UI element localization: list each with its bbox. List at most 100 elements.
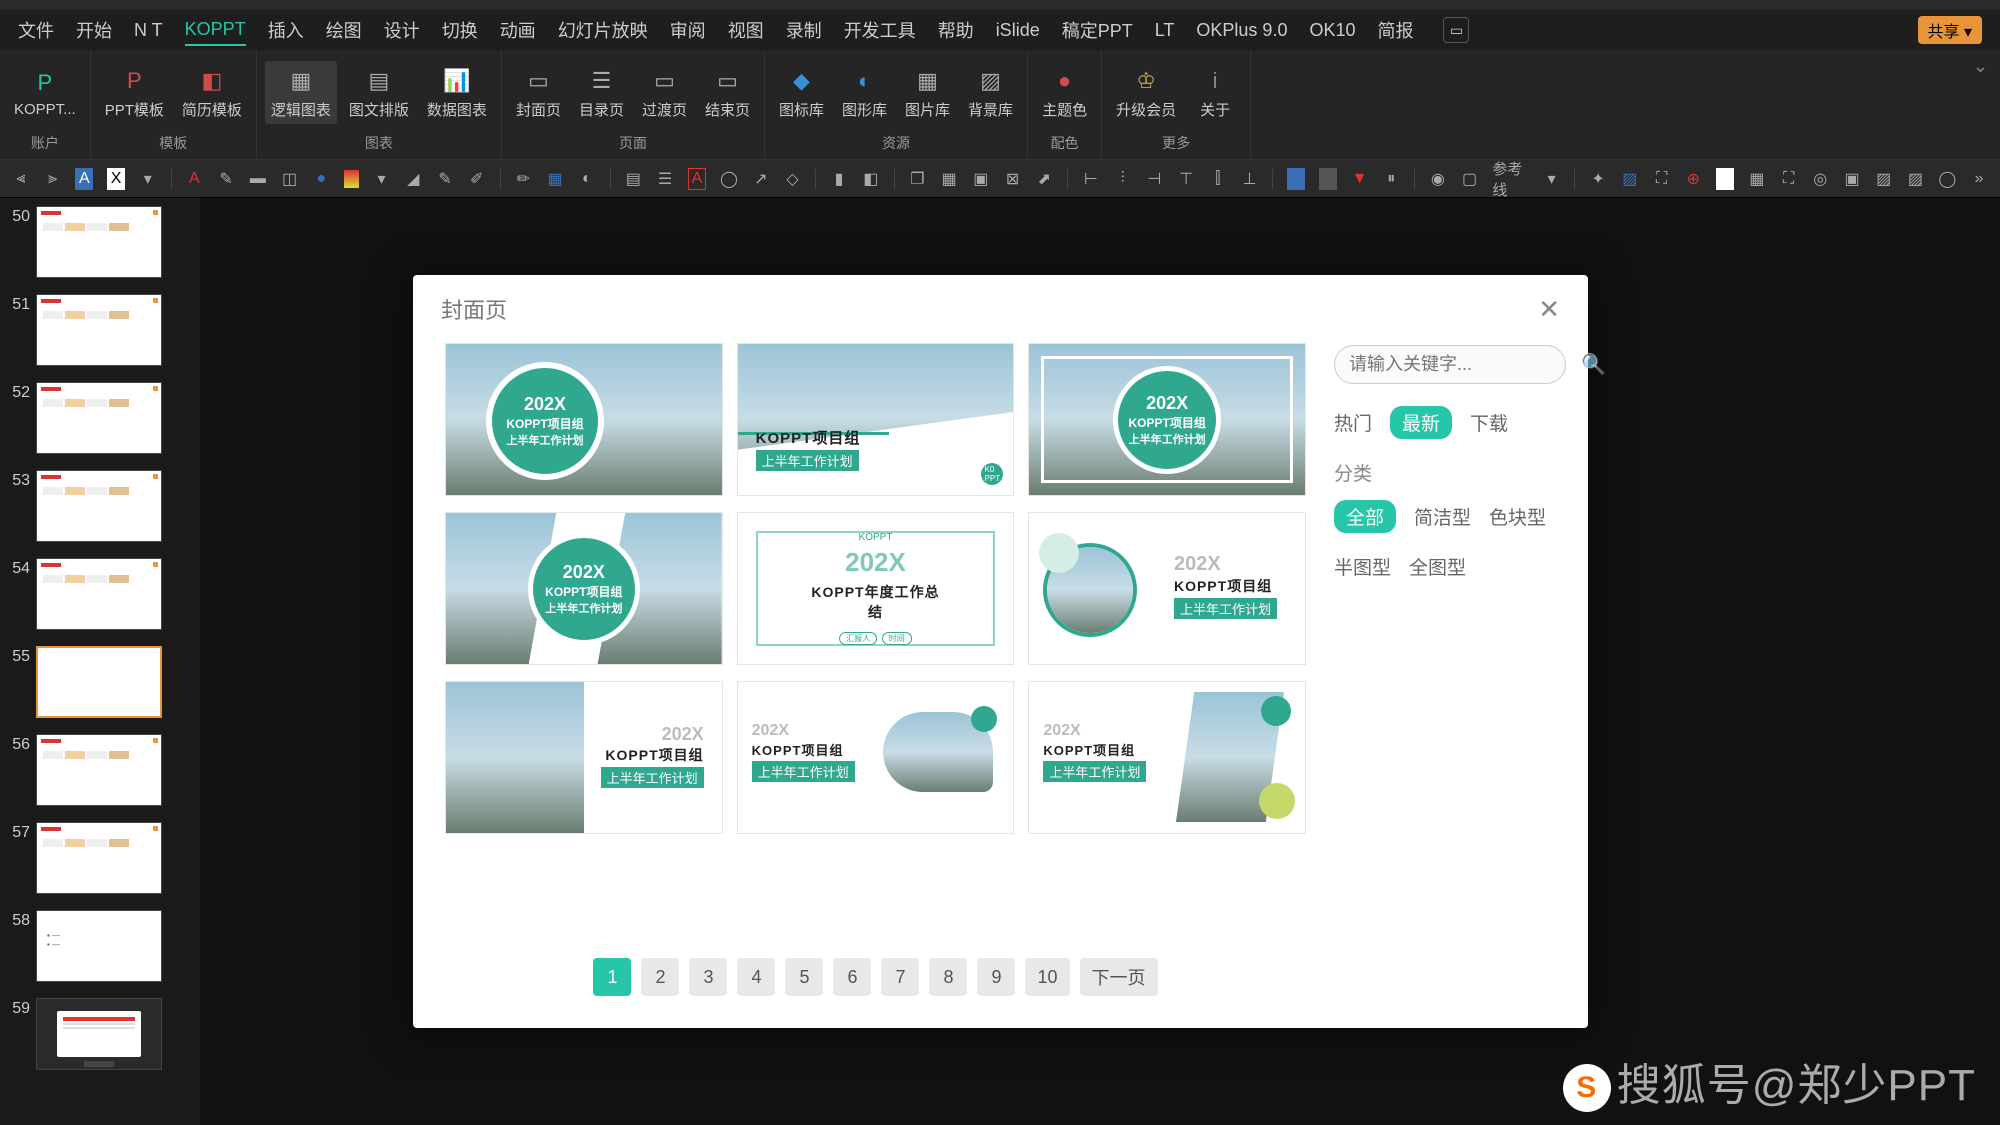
thumbnail-slide[interactable]: [36, 998, 162, 1070]
menu-record[interactable]: 录制: [786, 13, 822, 47]
page-3[interactable]: 3: [689, 958, 727, 996]
thumbnail-item[interactable]: 52: [10, 382, 190, 454]
arrow-icon[interactable]: ↗: [752, 168, 770, 190]
thumbnail-item[interactable]: 51: [10, 294, 190, 366]
thumbnail-item[interactable]: 57: [10, 822, 190, 894]
group-icon[interactable]: ◧: [862, 168, 880, 190]
menu-transition[interactable]: 切换: [442, 13, 478, 47]
crop-icon[interactable]: ◫: [281, 168, 299, 190]
help-icon[interactable]: ▭: [1443, 17, 1469, 43]
menu-ok10[interactable]: OK10: [1309, 16, 1355, 45]
refresh-icon[interactable]: ◯: [1938, 168, 1956, 190]
close-icon[interactable]: ✕: [1538, 294, 1560, 325]
menu-okplus[interactable]: OKPlus 9.0: [1196, 16, 1287, 45]
cat-simple[interactable]: 简洁型: [1414, 503, 1471, 530]
page-9[interactable]: 9: [977, 958, 1015, 996]
ribbon-结束页[interactable]: ▭结束页: [699, 61, 756, 124]
ribbon-PPT模板[interactable]: PPPT模板: [99, 61, 170, 124]
ribbon-主题色[interactable]: ●主题色: [1036, 61, 1093, 124]
align-center-icon[interactable]: ⫸: [44, 168, 62, 190]
ribbon-过渡页[interactable]: ▭过渡页: [636, 61, 693, 124]
img3-icon[interactable]: ▨: [1907, 168, 1925, 190]
template-card[interactable]: 202XKOPPT项目组上半年工作计划: [445, 681, 723, 834]
thumbnail-item[interactable]: 55: [10, 646, 190, 718]
menu-insert[interactable]: 插入: [268, 13, 304, 47]
menu-view[interactable]: 视图: [728, 13, 764, 47]
palette-icon[interactable]: [344, 170, 359, 188]
align-c-icon[interactable]: ⫶: [1114, 168, 1132, 190]
down-arrow-icon[interactable]: ▼: [1351, 168, 1369, 190]
thumbnail-slide[interactable]: ▪ —▪ —: [36, 910, 162, 982]
menu-gaoding[interactable]: 稿定PPT: [1062, 13, 1133, 47]
align-r-icon[interactable]: ⊣: [1145, 168, 1163, 190]
fill1-icon[interactable]: [1287, 168, 1305, 190]
ribbon-目录页[interactable]: ☰目录页: [573, 61, 630, 124]
record-icon[interactable]: ◉: [1429, 168, 1447, 190]
thumbnail-item[interactable]: 53: [10, 470, 190, 542]
page-8[interactable]: 8: [929, 958, 967, 996]
align-left-icon[interactable]: ⫷: [12, 168, 30, 190]
ribbon-图文排版[interactable]: ▤图文排版: [343, 61, 415, 124]
white-sq-icon[interactable]: [1716, 168, 1734, 190]
ribbon-升级会员[interactable]: ♔升级会员: [1110, 61, 1182, 124]
menu-home[interactable]: 开始: [76, 13, 112, 47]
text-box-icon[interactable]: A: [688, 168, 706, 190]
target-icon[interactable]: ◎: [1811, 168, 1829, 190]
menu-design[interactable]: 设计: [384, 13, 420, 47]
pause-icon[interactable]: ⏸: [1382, 168, 1400, 190]
pencil-icon[interactable]: ✏: [514, 168, 532, 190]
thumbnail-slide[interactable]: [36, 558, 162, 630]
thumbnail-slide[interactable]: [36, 206, 162, 278]
layer-icon[interactable]: ▮: [830, 168, 848, 190]
page-1[interactable]: 1: [593, 958, 631, 996]
template-card[interactable]: KOPPT202XKOPPT年度工作总结汇报人 时间: [737, 512, 1015, 665]
thumbnail-slide[interactable]: [36, 646, 162, 718]
format-icon[interactable]: X: [107, 168, 125, 190]
pic-icon[interactable]: ▨: [1621, 168, 1639, 190]
ribbon-图形库[interactable]: ◐图形库: [836, 61, 893, 124]
thumbnail-item[interactable]: 54: [10, 558, 190, 630]
align-b-icon[interactable]: ⊥: [1241, 168, 1259, 190]
menu-help[interactable]: 帮助: [938, 13, 974, 47]
cat-full[interactable]: 全图型: [1409, 553, 1466, 580]
grid-icon[interactable]: ▦: [1748, 168, 1766, 190]
cat-all[interactable]: 全部: [1334, 500, 1396, 533]
select-icon[interactable]: ⬈: [1035, 168, 1053, 190]
ribbon-关于[interactable]: i关于: [1188, 61, 1242, 124]
pen-icon[interactable]: ✎: [436, 168, 454, 190]
copy-icon[interactable]: ❐: [909, 168, 927, 190]
ribbon-图标库[interactable]: ◆图标库: [773, 61, 830, 124]
table-icon[interactable]: ▤: [624, 168, 642, 190]
overflow-icon[interactable]: »: [1970, 168, 1988, 190]
brush-icon[interactable]: ◢: [404, 168, 422, 190]
image-icon[interactable]: ▣: [972, 168, 990, 190]
img2-icon[interactable]: ▨: [1875, 168, 1893, 190]
thumbnail-item[interactable]: 59: [10, 998, 190, 1070]
wand-icon[interactable]: ✦: [1589, 168, 1607, 190]
page-4[interactable]: 4: [737, 958, 775, 996]
template-card[interactable]: 202XKOPPT项目组上半年工作计划: [1028, 343, 1306, 496]
expand-icon[interactable]: ⛶: [1653, 168, 1671, 190]
cat-half[interactable]: 半图型: [1334, 553, 1391, 580]
menu-animation[interactable]: 动画: [500, 13, 536, 47]
eyedropper-icon[interactable]: ✎: [217, 168, 235, 190]
ribbon-封面页[interactable]: ▭封面页: [510, 61, 567, 124]
sort-download[interactable]: 下载: [1470, 409, 1508, 436]
dropdown-icon[interactable]: ▾: [139, 168, 157, 190]
menu-brief[interactable]: 简报: [1377, 13, 1413, 47]
share-button[interactable]: 共享 ▾: [1918, 16, 1983, 44]
thumbnail-slide[interactable]: [36, 822, 162, 894]
template-card[interactable]: KOPPT项目组上半年工作计划K0PPT: [737, 343, 1015, 496]
ribbon-图片库[interactable]: ▦图片库: [899, 61, 956, 124]
menu-islide[interactable]: iSlide: [996, 16, 1040, 45]
template-card[interactable]: 202XKOPPT项目组上半年工作计划: [445, 512, 723, 665]
menu-draw[interactable]: 绘图: [326, 13, 362, 47]
thumbnail-slide[interactable]: [36, 470, 162, 542]
page-7[interactable]: 7: [881, 958, 919, 996]
polygon-icon[interactable]: ◇: [784, 168, 802, 190]
page-2[interactable]: 2: [641, 958, 679, 996]
thumbnail-item[interactable]: 58▪ —▪ —: [10, 910, 190, 982]
circle-icon[interactable]: ●: [312, 168, 330, 190]
list-icon[interactable]: ☰: [656, 168, 674, 190]
menu-file[interactable]: 文件: [18, 13, 54, 47]
